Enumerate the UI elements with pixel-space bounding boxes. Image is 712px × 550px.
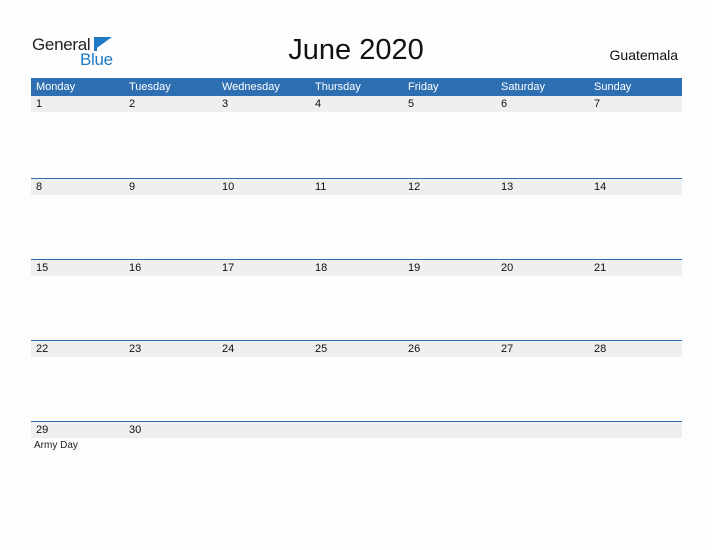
date-bar: 15 16 17 18 19 20 21 bbox=[31, 260, 682, 276]
weekday-wednesday: Wednesday bbox=[222, 81, 280, 93]
day-number: 2 bbox=[129, 98, 136, 110]
day-event bbox=[124, 357, 217, 358]
day-event bbox=[310, 438, 403, 452]
day-event bbox=[310, 195, 403, 196]
date-bar: 8 9 10 11 12 13 14 bbox=[31, 179, 682, 195]
day-event bbox=[217, 276, 310, 277]
day-event bbox=[403, 438, 496, 452]
day-number: 12 bbox=[408, 181, 421, 193]
day-event bbox=[217, 438, 310, 452]
day-number: 20 bbox=[501, 262, 514, 274]
day-number: 9 bbox=[129, 181, 136, 193]
day-number: 15 bbox=[36, 262, 49, 274]
day-number bbox=[496, 422, 589, 438]
day-number: 25 bbox=[315, 343, 328, 355]
day-number bbox=[589, 422, 682, 438]
day-event bbox=[589, 276, 682, 277]
day-number: 3 bbox=[222, 98, 229, 110]
calendar-grid: Monday Tuesday Wednesday Thursday Friday… bbox=[31, 78, 682, 502]
day-event bbox=[589, 357, 682, 358]
weekday-friday: Friday bbox=[408, 81, 439, 93]
calendar-title: June 2020 bbox=[288, 34, 424, 66]
weekday-tuesday: Tuesday bbox=[129, 81, 171, 93]
weekday-thursday: Thursday bbox=[315, 81, 361, 93]
day-event bbox=[124, 195, 217, 196]
week-row: 29 30 Army Day bbox=[31, 421, 682, 502]
day-number: 4 bbox=[315, 98, 322, 110]
day-number: 26 bbox=[408, 343, 421, 355]
day-number bbox=[217, 422, 310, 438]
date-bar: 29 30 bbox=[31, 422, 682, 438]
date-bar: 22 23 24 25 26 27 28 bbox=[31, 341, 682, 357]
day-number: 18 bbox=[315, 262, 328, 274]
day-number: 29 bbox=[36, 424, 49, 436]
day-number: 19 bbox=[408, 262, 421, 274]
day-number: 23 bbox=[129, 343, 142, 355]
day-number: 21 bbox=[594, 262, 607, 274]
day-event bbox=[496, 357, 589, 358]
day-event bbox=[310, 357, 403, 358]
events-row bbox=[31, 112, 682, 113]
day-event bbox=[217, 112, 310, 113]
day-event bbox=[496, 276, 589, 277]
day-number: 8 bbox=[36, 181, 43, 193]
week-row: 1 2 3 4 5 6 7 bbox=[31, 96, 682, 178]
day-event bbox=[496, 438, 589, 452]
day-number: 28 bbox=[594, 343, 607, 355]
day-number: 16 bbox=[129, 262, 142, 274]
events-row bbox=[31, 276, 682, 277]
weekday-sunday: Sunday bbox=[594, 81, 632, 93]
week-row: 8 9 10 11 12 13 14 bbox=[31, 178, 682, 259]
events-row bbox=[31, 357, 682, 358]
weekday-monday: Monday bbox=[36, 81, 76, 93]
day-event bbox=[31, 276, 124, 277]
events-row: Army Day bbox=[31, 438, 682, 452]
day-event bbox=[310, 276, 403, 277]
day-number: 30 bbox=[129, 424, 142, 436]
day-event bbox=[31, 357, 124, 358]
day-event bbox=[217, 195, 310, 196]
day-number: 27 bbox=[501, 343, 514, 355]
day-number: 6 bbox=[501, 98, 508, 110]
day-event bbox=[31, 195, 124, 196]
day-event bbox=[589, 195, 682, 196]
day-number: 1 bbox=[36, 98, 43, 110]
weekday-saturday: Saturday bbox=[501, 81, 546, 93]
day-event bbox=[403, 195, 496, 196]
day-event bbox=[310, 112, 403, 113]
day-event bbox=[124, 112, 217, 113]
day-number: 5 bbox=[408, 98, 415, 110]
day-number: 24 bbox=[222, 343, 235, 355]
country-label: Guatemala bbox=[609, 47, 678, 63]
day-number: 17 bbox=[222, 262, 235, 274]
day-event bbox=[496, 195, 589, 196]
day-number bbox=[310, 422, 403, 438]
week-row: 15 16 17 18 19 20 21 bbox=[31, 259, 682, 340]
day-event bbox=[589, 112, 682, 113]
weekday-header: Monday Tuesday Wednesday Thursday Friday… bbox=[31, 78, 682, 96]
day-number bbox=[403, 422, 496, 438]
day-event: Army Day bbox=[34, 440, 78, 451]
day-event bbox=[403, 276, 496, 277]
day-event bbox=[403, 357, 496, 358]
day-number: 22 bbox=[36, 343, 49, 355]
day-event bbox=[124, 276, 217, 277]
date-bar: 1 2 3 4 5 6 7 bbox=[31, 96, 682, 112]
day-event bbox=[589, 438, 682, 452]
day-number: 11 bbox=[315, 181, 327, 193]
day-number: 13 bbox=[501, 181, 514, 193]
day-event bbox=[403, 112, 496, 113]
day-number: 7 bbox=[594, 98, 601, 110]
day-event bbox=[31, 112, 124, 113]
day-number: 14 bbox=[594, 181, 607, 193]
day-event bbox=[496, 112, 589, 113]
day-event bbox=[217, 357, 310, 358]
weeks-container: 1 2 3 4 5 6 7 8 9 10 11 12 13 14 15 16 17 18 19 20 21 22 23 24 2… bbox=[31, 96, 682, 502]
events-row bbox=[31, 195, 682, 196]
day-event bbox=[124, 438, 217, 452]
week-row: 22 23 24 25 26 27 28 bbox=[31, 340, 682, 421]
day-number: 10 bbox=[222, 181, 235, 193]
